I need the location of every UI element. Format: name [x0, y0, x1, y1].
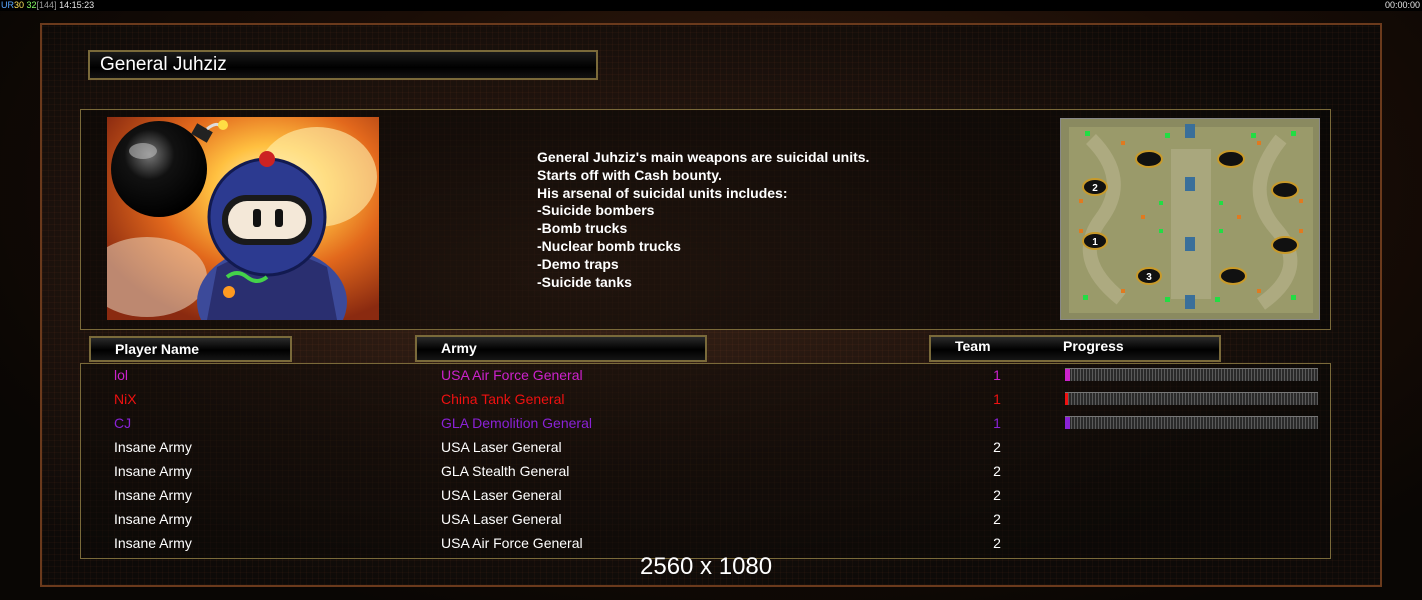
player-team: 2 [993, 511, 1001, 527]
player-progress-bar [1065, 368, 1318, 381]
player-name: NiX [114, 391, 137, 407]
fps-cap: [144] [36, 0, 57, 10]
fps-value: 30 [14, 0, 25, 10]
player-row: Insane Army USA Laser General 2 [81, 485, 1330, 509]
player-row: Insane Army USA Laser General 2 [81, 437, 1330, 461]
general-portrait-image [107, 117, 379, 320]
player-table: lol USA Air Force General 1 NiX China Ta… [80, 363, 1331, 559]
player-army: GLA Demolition General [441, 415, 592, 431]
player-army: China Tank General [441, 391, 565, 407]
player-progress-fill [1065, 417, 1070, 429]
player-progress-bar [1065, 392, 1318, 405]
description-line: -Suicide tanks [537, 273, 632, 290]
player-name: Insane Army [114, 439, 192, 455]
player-name: Insane Army [114, 487, 192, 503]
player-team: 2 [993, 463, 1001, 479]
player-row: Insane Army GLA Stealth General 2 [81, 461, 1330, 485]
description-line: -Bomb trucks [537, 220, 628, 237]
column-header-progress: Progress [1063, 338, 1124, 354]
player-name: Insane Army [114, 511, 192, 527]
player-team: 2 [993, 487, 1001, 503]
description-line: -Suicide bombers [537, 202, 655, 219]
player-name: lol [114, 367, 129, 383]
clock: 14:15:23 [59, 0, 95, 10]
status-bar: UR30 32[144] 14:15:23 00:00:00 [0, 0, 1422, 11]
start-position-1: 1 [1092, 237, 1098, 248]
fps-readout: UR30 32[144] 14:15:23 [1, 0, 94, 10]
description-line: His arsenal of suicidal units includes: [537, 184, 788, 201]
player-team: 2 [993, 439, 1001, 455]
description-line: -Nuclear bomb trucks [537, 237, 681, 254]
player-row: lol USA Air Force General 1 [81, 365, 1330, 389]
general-title: General Juhziz [88, 50, 598, 80]
player-name: Insane Army [114, 535, 192, 551]
player-progress-fill [1065, 369, 1070, 381]
start-position-2: 2 [1092, 183, 1098, 194]
player-team: 1 [993, 367, 1001, 383]
resolution-overlay-text: 2560 x 1080 [640, 553, 773, 580]
player-row: CJ GLA Demolition General 1 [81, 413, 1330, 437]
player-team: 1 [993, 391, 1001, 407]
player-army: USA Laser General [441, 511, 562, 527]
player-team: 1 [993, 415, 1001, 431]
map-preview: 2 1 3 [1060, 118, 1320, 320]
player-progress-fill [1065, 393, 1068, 405]
description-line: -Demo traps [537, 255, 619, 272]
column-header-team-progress: Team Progress [929, 335, 1221, 362]
player-army: USA Laser General [441, 439, 562, 455]
ur-label: UR [1, 0, 14, 10]
player-progress-bar [1065, 416, 1318, 429]
player-army: USA Laser General [441, 487, 562, 503]
player-row: Insane Army USA Laser General 2 [81, 509, 1330, 533]
player-name: Insane Army [114, 463, 192, 479]
player-name: CJ [114, 415, 132, 431]
player-row: NiX China Tank General 1 [81, 389, 1330, 413]
game-timer: 00:00:00 [1384, 0, 1420, 10]
start-position-3: 3 [1146, 272, 1152, 283]
general-description: General Juhziz's main weapons are suicid… [537, 149, 957, 291]
description-line: General Juhziz's main weapons are suicid… [537, 149, 870, 165]
player-army: USA Air Force General [441, 535, 583, 551]
column-header-player-name: Player Name [89, 336, 292, 362]
column-header-team: Team [955, 338, 991, 354]
fps-value-2: 32 [26, 0, 37, 10]
column-header-army: Army [415, 335, 707, 362]
description-line: Starts off with Cash bounty. [537, 166, 722, 183]
player-army: GLA Stealth General [441, 463, 570, 479]
player-team: 2 [993, 535, 1001, 551]
player-army: USA Air Force General [441, 367, 583, 383]
